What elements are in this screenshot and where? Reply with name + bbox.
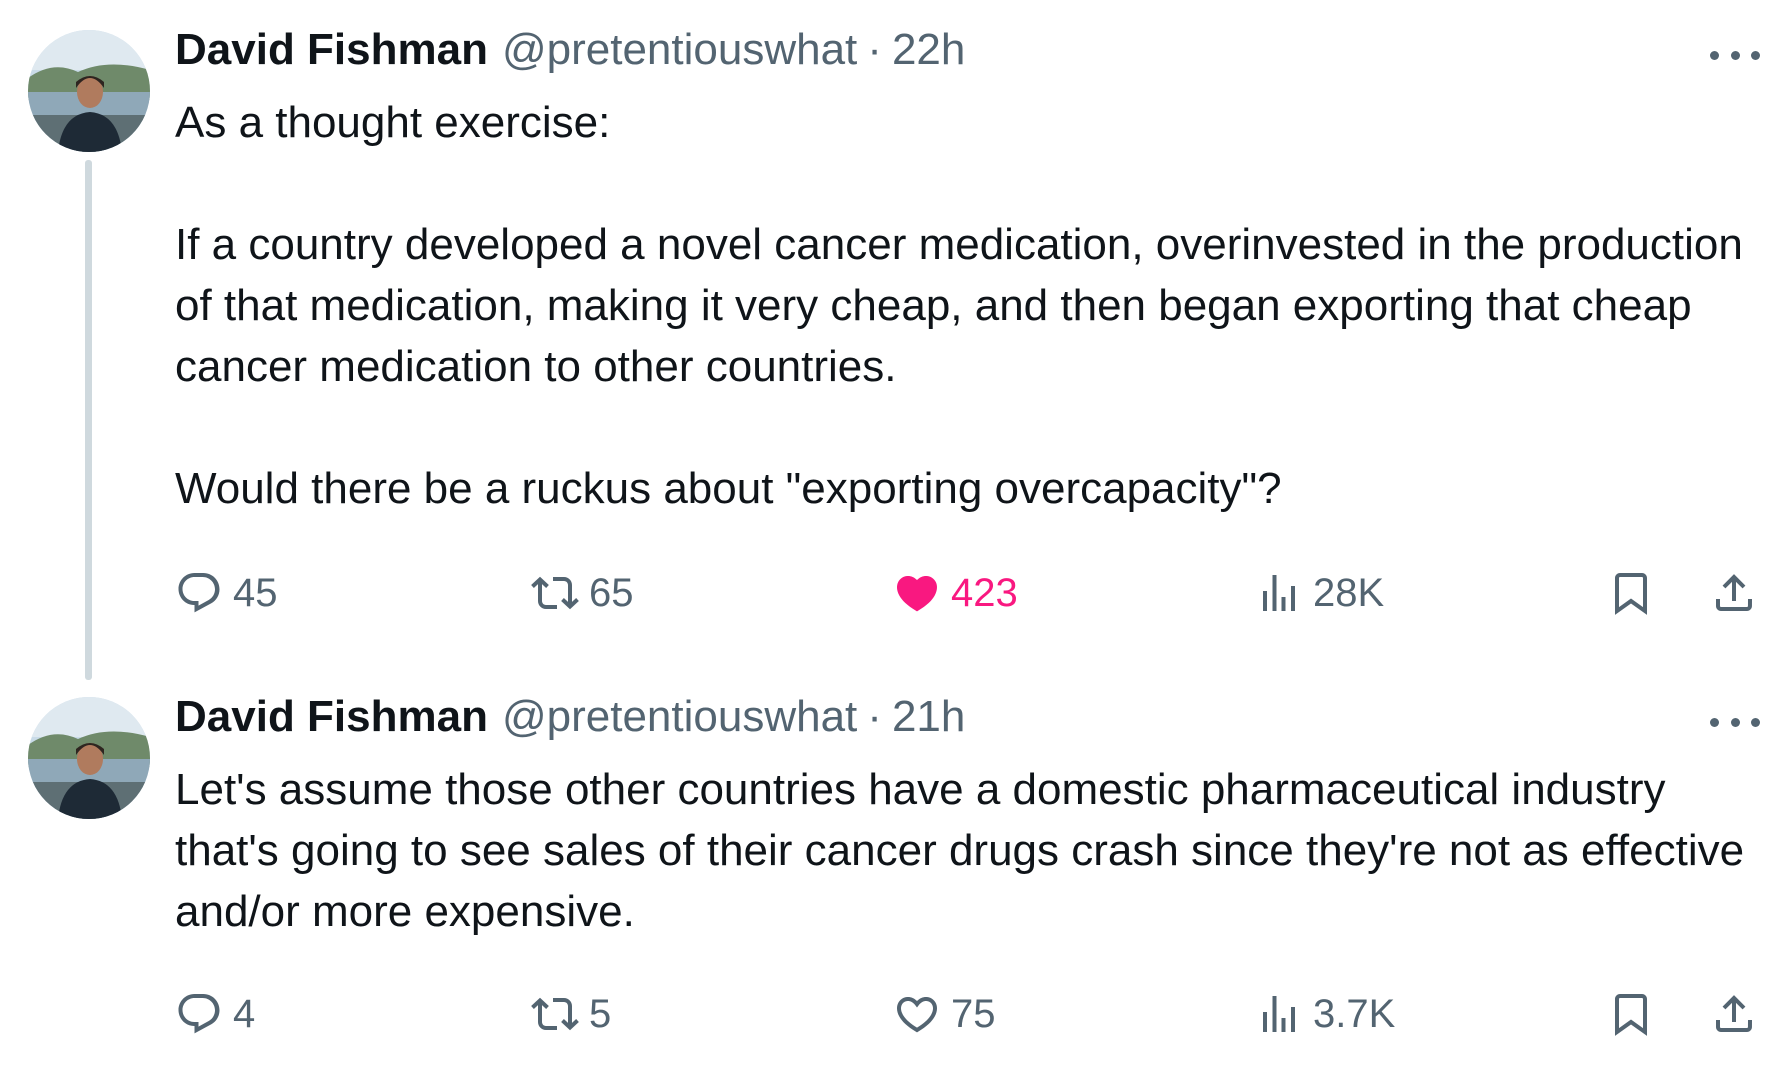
header-separator: · [867, 25, 882, 74]
author-handle[interactable]: @pretentiouswhat [502, 22, 857, 78]
views-count: 3.7K [1313, 991, 1396, 1036]
tweet-text: As a thought exercise: If a country deve… [175, 98, 1743, 513]
author-avatar[interactable] [28, 30, 150, 152]
reply-icon [178, 994, 220, 1034]
tweet-2[interactable]: David Fishman @pretentiouswhat · 21h Let… [0, 680, 1790, 1070]
like-count: 423 [951, 570, 1018, 615]
reply-button[interactable]: 4 [175, 984, 255, 1044]
like-count: 75 [951, 991, 996, 1036]
share-button[interactable] [1710, 984, 1758, 1044]
author-name[interactable]: David Fishman [175, 689, 488, 745]
tweet-timestamp[interactable]: 21h [892, 689, 965, 745]
tweet-timestamp[interactable]: 22h [892, 22, 965, 78]
reply-count: 4 [233, 991, 256, 1036]
author-avatar[interactable] [28, 697, 150, 819]
share-icon [1716, 995, 1752, 1032]
views-chart-icon [1263, 575, 1295, 611]
repost-button[interactable]: 5 [531, 984, 611, 1044]
more-options-icon[interactable] [1710, 40, 1760, 70]
like-button[interactable]: 75 [893, 984, 996, 1044]
repost-count: 5 [589, 991, 612, 1036]
repost-count: 65 [589, 570, 634, 615]
share-icon [1716, 574, 1752, 611]
tweet-header: David Fishman @pretentiouswhat · 22h [175, 22, 965, 78]
bookmark-icon [1615, 994, 1647, 1036]
share-button[interactable] [1710, 563, 1758, 623]
views-button[interactable]: 28K [1255, 563, 1384, 623]
reply-icon [178, 573, 220, 613]
repost-icon [531, 576, 579, 610]
more-options-icon[interactable] [1710, 707, 1760, 737]
tweet-actions: 4 5 75 3.7K [175, 984, 1765, 1044]
tweet-header: David Fishman @pretentiouswhat · 21h [175, 689, 965, 745]
like-button[interactable]: 423 [893, 563, 1018, 623]
tweet-actions: 45 65 423 28K [175, 563, 1765, 623]
bookmark-button[interactable] [1607, 984, 1655, 1044]
tweet-1[interactable]: David Fishman @pretentiouswhat · 22h As … [0, 0, 1790, 680]
bookmark-button[interactable] [1607, 563, 1655, 623]
tweet-text: Let's assume those other countries have … [175, 765, 1757, 936]
header-separator: · [867, 692, 882, 741]
author-handle[interactable]: @pretentiouswhat [502, 689, 857, 745]
repost-button[interactable]: 65 [531, 563, 634, 623]
heart-filled-icon [896, 576, 938, 612]
views-chart-icon [1263, 996, 1295, 1032]
repost-icon [531, 997, 579, 1031]
author-name[interactable]: David Fishman [175, 22, 488, 78]
bookmark-icon [1615, 573, 1647, 615]
views-button[interactable]: 3.7K [1255, 984, 1395, 1044]
heart-outline-icon [896, 997, 938, 1033]
reply-button[interactable]: 45 [175, 563, 278, 623]
reply-count: 45 [233, 570, 278, 615]
views-count: 28K [1313, 570, 1385, 615]
